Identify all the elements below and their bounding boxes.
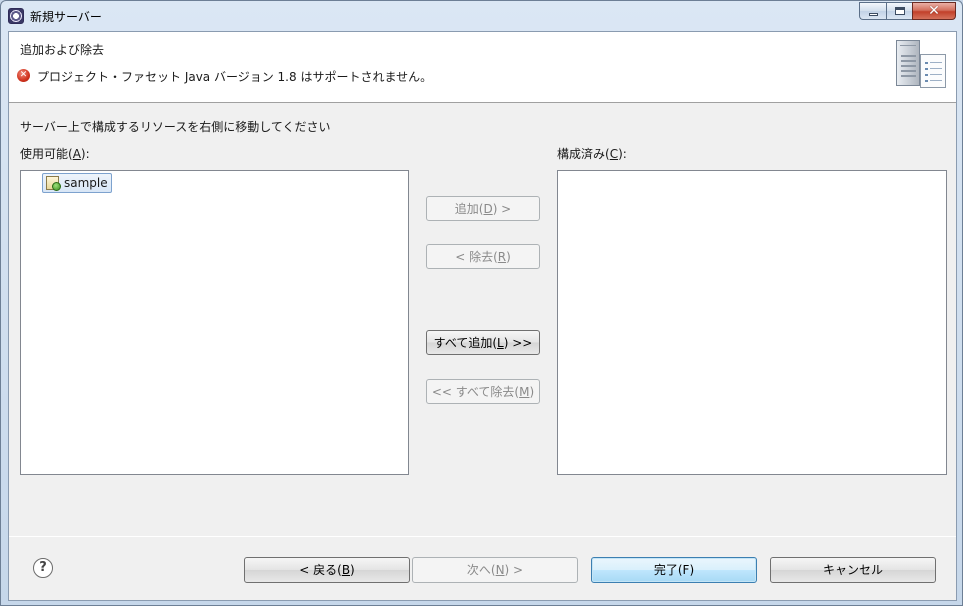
back-button[interactable]: < 戻る(B) [244,557,410,583]
window-controls: ✕ [859,2,956,21]
minimize-button[interactable] [859,2,886,20]
close-button[interactable]: ✕ [912,2,956,20]
close-icon: ✕ [928,3,940,19]
dialog-client-area: 追加および除去 ✕ プロジェクト・ファセット Java バージョン 1.8 はサ… [8,31,957,601]
configured-list[interactable] [557,170,947,475]
add-all-button[interactable]: すべて追加(L) >> [426,330,540,355]
app-icon [8,8,24,24]
maximize-button[interactable] [886,2,912,20]
list-item-label: sample [64,176,108,190]
available-label: 使用可能(A): [20,147,90,161]
dialog-window: 新規サーバー ✕ 追加および除去 ✕ プロジェクト・ファセット Java バージ… [0,0,963,606]
title-bar[interactable]: 新規サーバー ✕ [1,1,962,31]
add-button[interactable]: 追加(D) > [426,196,540,221]
footer-separator [9,536,956,537]
list-item[interactable]: sample [42,173,112,193]
remove-button[interactable]: < 除去(R) [426,244,540,269]
maximize-icon [894,7,905,15]
finish-button[interactable]: 完了(F) [591,557,757,583]
window-title: 新規サーバー [30,10,102,24]
project-icon [46,176,61,191]
minimize-icon [868,12,878,16]
instruction-text: サーバー上で構成するリソースを右側に移動してください [20,120,331,134]
server-graphic-icon [894,38,950,94]
server-tower [896,40,920,86]
document-graphic [920,54,946,88]
next-button[interactable]: 次へ(N) > [412,557,578,583]
wizard-body: サーバー上で構成するリソースを右側に移動してください 使用可能(A): 構成済み… [9,104,956,534]
remove-all-button[interactable]: << すべて除去(M) [426,379,540,404]
available-list[interactable]: sample [20,170,409,475]
error-icon: ✕ [17,69,30,82]
page-title: 追加および除去 [20,43,105,57]
cancel-button[interactable]: キャンセル [770,557,936,583]
configured-label: 構成済み(C): [557,147,627,161]
wizard-header: 追加および除去 ✕ プロジェクト・ファセット Java バージョン 1.8 はサ… [9,32,956,103]
error-message: プロジェクト・ファセット Java バージョン 1.8 はサポートされません。 [37,70,433,84]
help-icon[interactable]: ? [33,558,53,578]
